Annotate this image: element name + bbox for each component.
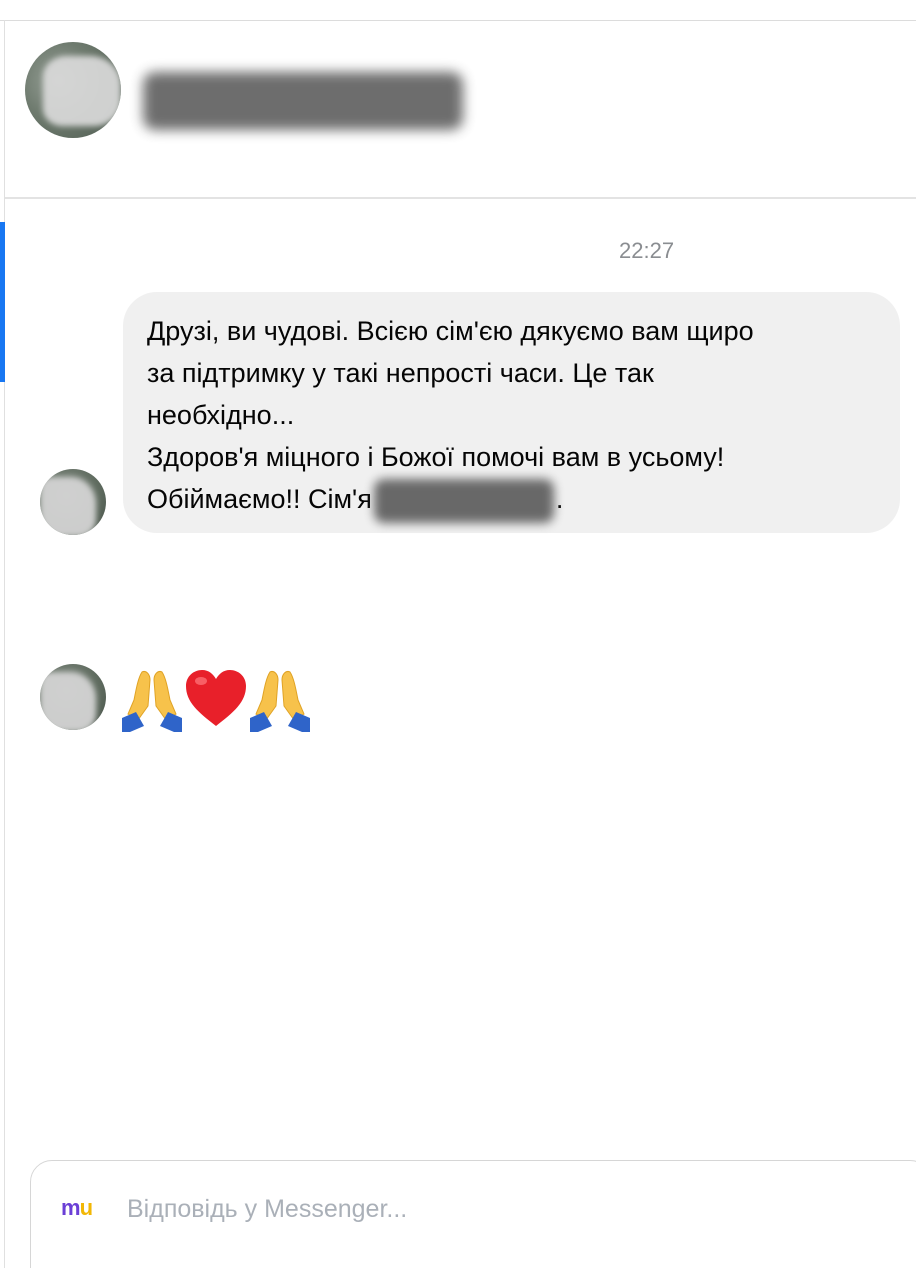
message-timestamp: 22:27 — [619, 238, 675, 263]
message-line: Друзі, ви чудові. Всією сім'єю дякуємо в… — [147, 316, 754, 346]
avatar-redaction — [40, 672, 96, 730]
reply-composer: mu — [30, 1160, 916, 1268]
sender-avatar[interactable] — [40, 664, 106, 730]
message-line: Здоров'я міцного і Божої помочі вам в ус… — [147, 442, 725, 472]
reply-input[interactable] — [127, 1189, 887, 1229]
red-heart-icon — [184, 666, 248, 732]
logo-m: m — [61, 1195, 81, 1220]
message-line-suffix: . — [555, 484, 564, 514]
folded-hands-icon — [120, 666, 184, 732]
emoji-message[interactable] — [120, 666, 312, 736]
message-line: необхідно... — [147, 400, 295, 430]
message-line-prefix: Обіймаємо!! Сім'я — [147, 484, 372, 514]
logo-u: u — [79, 1195, 93, 1220]
message-bubble[interactable]: Друзі, ви чудові. Всією сім'єю дякуємо в… — [123, 292, 900, 533]
avatar-redaction — [40, 477, 96, 535]
message-last-line: Обіймаємо!! Сім'я. — [147, 478, 876, 523]
messenger-logo-icon: mu — [61, 1195, 93, 1221]
avatar-redaction — [43, 56, 121, 126]
messenger-page: 22:27 Друзі, ви чудові. Всією сім'єю дяк… — [0, 0, 916, 1268]
message-line: за підтримку у такі непрості часи. Це та… — [147, 358, 654, 388]
folded-hands-icon — [248, 666, 312, 732]
family-name-redacted — [373, 478, 554, 523]
header-divider — [5, 197, 916, 199]
sender-avatar[interactable] — [40, 469, 106, 535]
contact-avatar[interactable] — [25, 42, 121, 138]
left-divider — [4, 20, 5, 1268]
contact-name-redacted — [143, 72, 463, 130]
